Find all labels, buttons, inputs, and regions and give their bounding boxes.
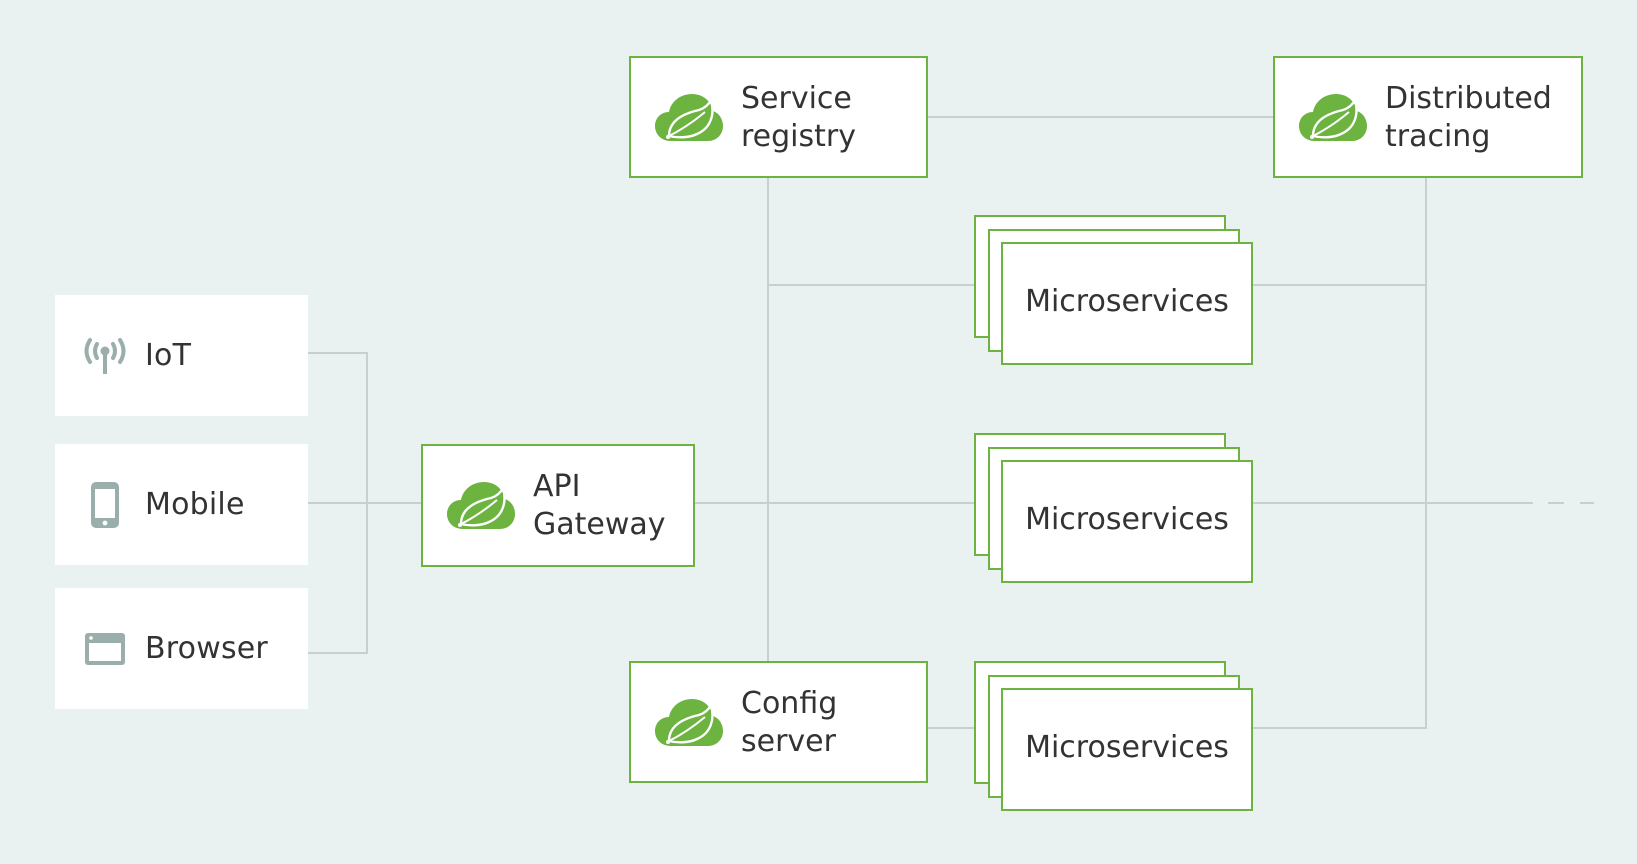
spring-cloud-icon <box>1299 94 1367 141</box>
connector-config-microservices <box>928 727 975 729</box>
tracing-line1: Distributed <box>1385 81 1552 116</box>
microservice-card-front: Microservices <box>1001 688 1253 811</box>
gateway-line2: Gateway <box>533 507 666 542</box>
connector-clients-bracket <box>366 352 368 654</box>
api-gateway-box: API Gateway <box>421 444 695 567</box>
connector-gateway-microservices <box>695 502 975 504</box>
connector-registry-tracing <box>928 116 1273 118</box>
registry-line2: registry <box>741 119 856 154</box>
connector-dash <box>1548 502 1564 504</box>
connector-tracing-bus <box>1425 178 1427 729</box>
spring-cloud-icon <box>447 482 515 529</box>
connector-dash <box>1580 502 1594 504</box>
service-registry-box: Service registry <box>629 56 928 178</box>
client-iot: IoT <box>55 295 308 416</box>
config-server-box: Config server <box>629 661 928 783</box>
connector-mobile <box>308 502 421 504</box>
browser-window-icon <box>81 625 129 673</box>
connector-browser <box>308 652 368 654</box>
client-browser: Browser <box>55 588 308 709</box>
connector-registry-config <box>767 178 769 661</box>
connector-registry-microservices <box>767 284 975 286</box>
connector-iot <box>308 352 368 354</box>
microservices-label: Microservices <box>1025 502 1229 537</box>
config-line2: server <box>741 724 836 759</box>
spring-cloud-icon <box>655 699 723 746</box>
gateway-line1: API <box>533 469 581 504</box>
antenna-icon <box>81 332 129 380</box>
microservice-card-front: Microservices <box>1001 242 1253 365</box>
config-line1: Config <box>741 686 838 721</box>
connector-ms3-tracing <box>1253 727 1427 729</box>
microservices-label: Microservices <box>1025 730 1229 765</box>
registry-line1: Service <box>741 81 852 116</box>
microservice-card-front: Microservices <box>1001 460 1253 583</box>
distributed-tracing-box: Distributed tracing <box>1273 56 1583 178</box>
connector-ms1-tracing <box>1253 284 1427 286</box>
microservices-label: Microservices <box>1025 284 1229 319</box>
client-label: Browser <box>145 631 268 666</box>
spring-cloud-icon <box>655 94 723 141</box>
client-mobile: Mobile <box>55 444 308 565</box>
connector-ms2-tracing <box>1253 502 1533 504</box>
tracing-line2: tracing <box>1385 119 1491 154</box>
client-label: Mobile <box>145 487 245 522</box>
client-label: IoT <box>145 338 192 373</box>
mobile-phone-icon <box>81 481 129 529</box>
